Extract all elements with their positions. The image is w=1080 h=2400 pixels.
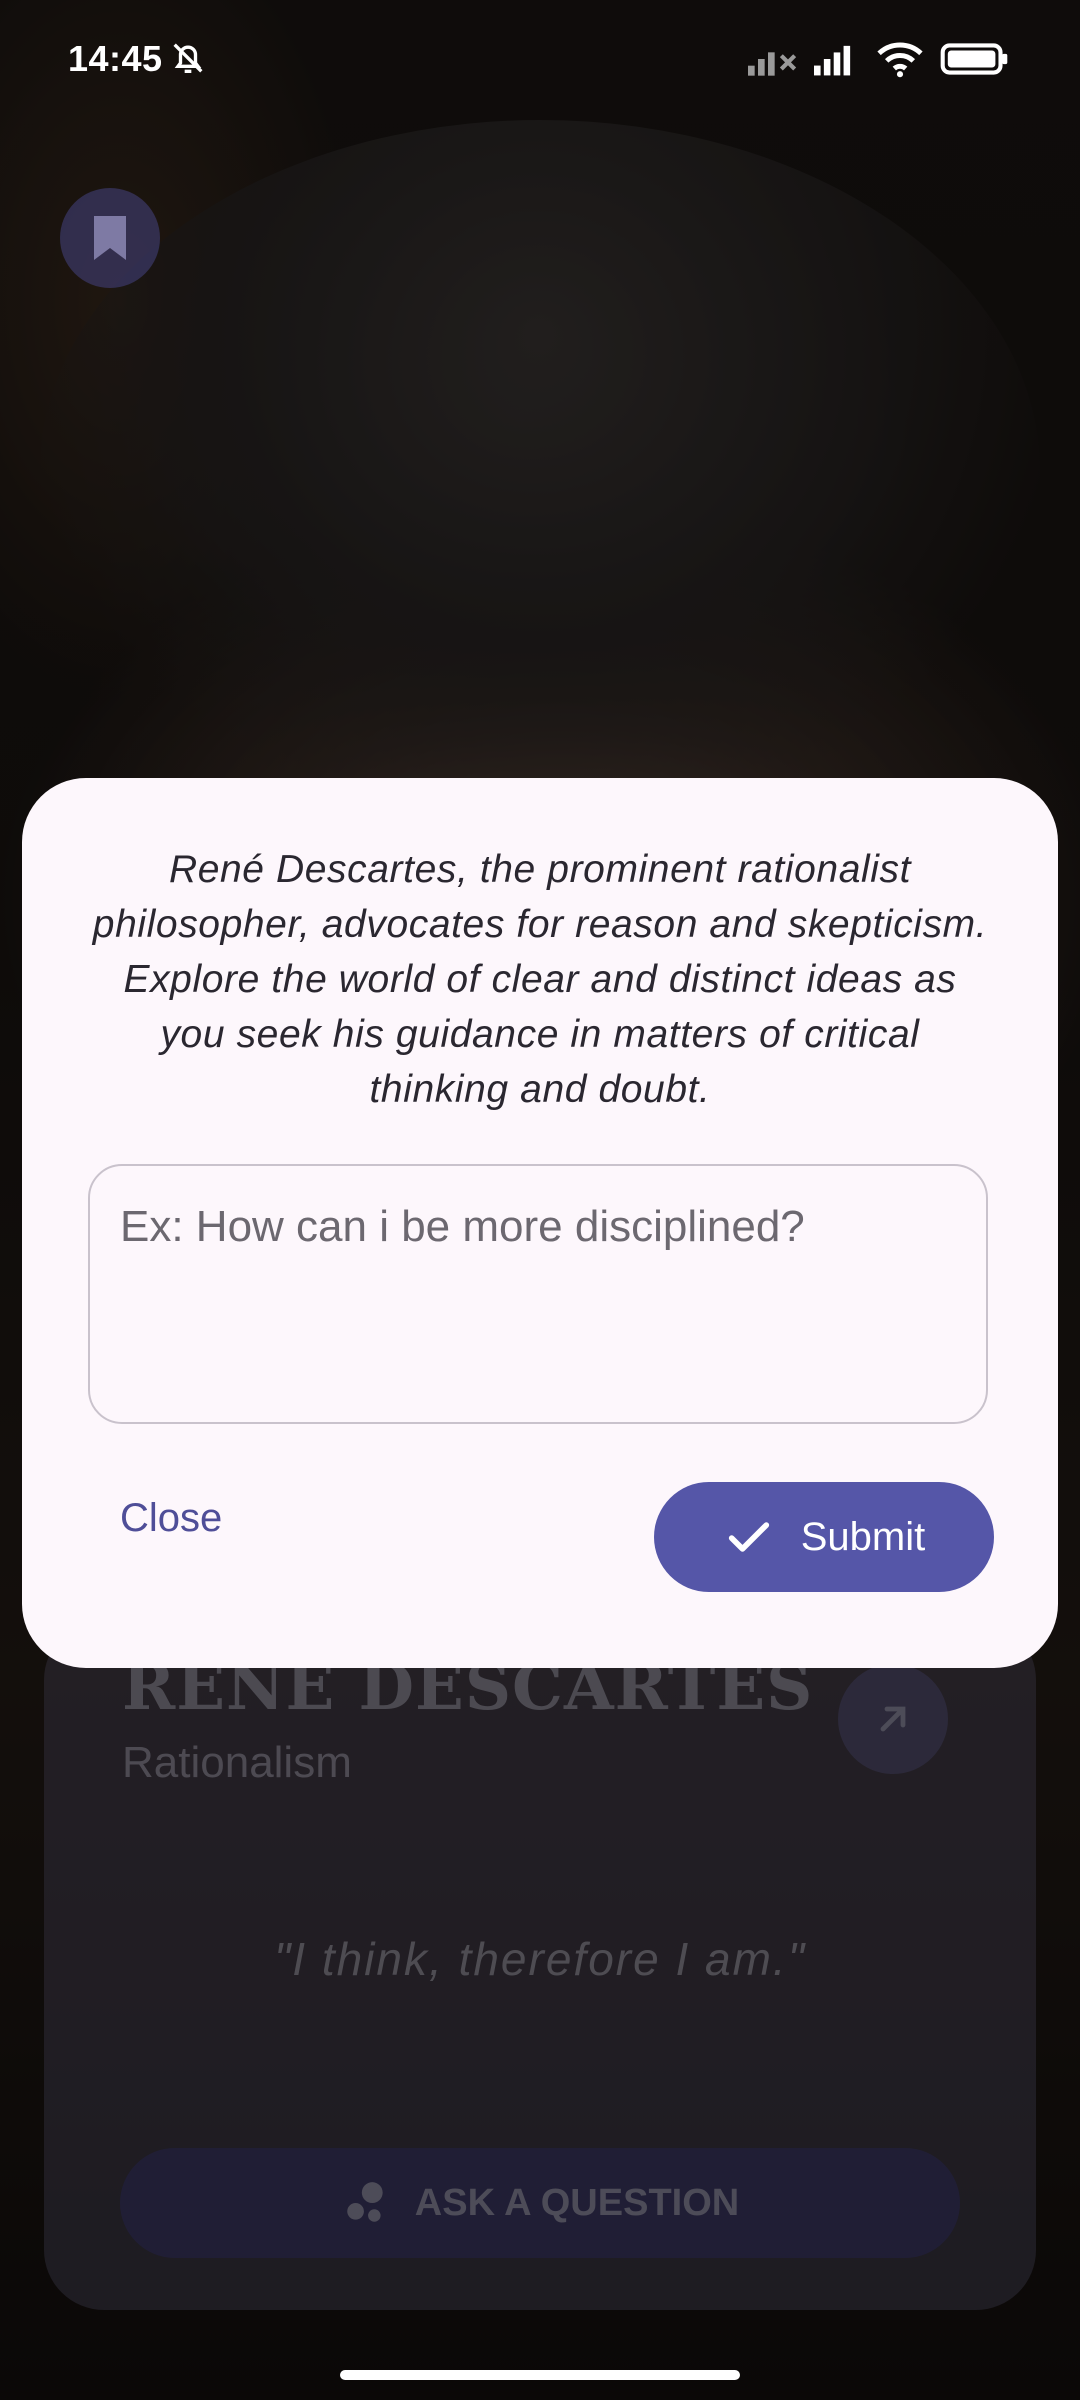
status-time: 14:45 — [68, 38, 163, 79]
ask-question-dialog: René Descartes, the prominent rationalis… — [22, 778, 1058, 1668]
battery-icon — [940, 43, 1008, 75]
dialog-description: René Descartes, the prominent rationalis… — [92, 848, 988, 1111]
bookmark-button[interactable] — [60, 188, 160, 288]
bell-off-icon — [173, 43, 203, 73]
status-bar: 14:45 — [0, 0, 1080, 120]
close-button[interactable]: Close — [120, 1478, 222, 1558]
submit-label: Submit — [800, 1514, 926, 1559]
navigation-handle[interactable] — [340, 2370, 740, 2380]
submit-button[interactable]: Submit — [654, 1482, 994, 1592]
question-input[interactable] — [88, 1164, 988, 1424]
bookmark-icon — [94, 216, 126, 260]
wifi-icon — [877, 42, 923, 78]
signal-no-sim-icon — [748, 52, 797, 76]
check-icon — [728, 1522, 769, 1552]
signal-icon — [814, 45, 851, 76]
